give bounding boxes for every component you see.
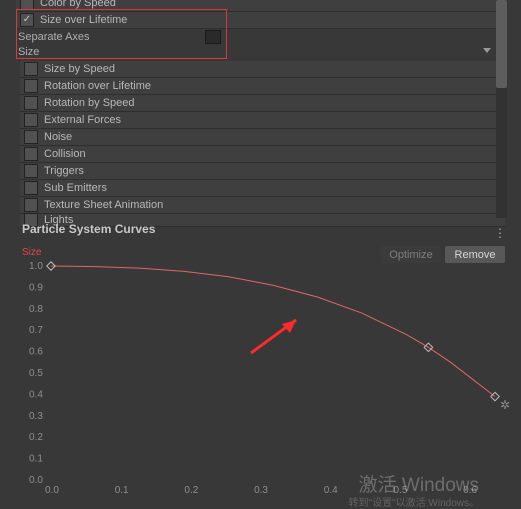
checkbox-separate-axes[interactable] [205,30,221,44]
checkbox-icon[interactable] [24,198,38,212]
svg-text:0.3: 0.3 [29,411,43,422]
module-size-by-speed[interactable]: Size by Speed [20,61,505,78]
scrollbar[interactable] [496,0,507,218]
module-label: Triggers [44,163,84,179]
module-label: Sub Emitters [44,180,107,196]
module-triggers[interactable]: Triggers [20,163,505,180]
module-list-top: Color by Speed ✓ Size over Lifetime [16,0,505,29]
prop-label: Separate Axes [18,31,90,43]
curve-editor[interactable]: 0.0 0.1 0.2 0.3 0.4 0.5 0.6 0.7 0.8 0.9 1.0 0.0 0.1 0… [13,258,521,501]
dropdown-icon[interactable] [483,48,491,53]
svg-text:1.0: 1.0 [29,261,43,272]
svg-text:0.6: 0.6 [29,347,43,358]
svg-text:0.8: 0.8 [29,304,43,315]
module-rotation-over-lifetime[interactable]: Rotation over Lifetime [20,78,505,95]
svg-text:0.0: 0.0 [45,485,59,496]
svg-text:0.4: 0.4 [29,389,43,400]
checkbox-icon[interactable] [24,181,38,195]
module-label: Size by Speed [44,61,115,77]
checkbox-icon[interactable] [20,0,34,10]
module-rotation-by-speed[interactable]: Rotation by Speed [20,95,505,112]
svg-text:0.2: 0.2 [184,485,198,496]
svg-text:0.7: 0.7 [29,325,43,336]
svg-text:0.9: 0.9 [29,282,43,293]
module-label: Collision [44,146,86,162]
svg-text:0.0: 0.0 [29,475,43,486]
watermark-line2: 转到"设置"以激活 Windows。 [349,494,479,509]
module-sub-emitters[interactable]: Sub Emitters [20,180,505,197]
checkbox-icon[interactable]: ✓ [20,13,34,27]
checkbox-icon[interactable] [24,79,38,93]
module-label: Noise [44,129,72,145]
module-size-over-lifetime[interactable]: ✓ Size over Lifetime [16,12,505,29]
svg-text:0.3: 0.3 [254,485,268,496]
checkbox-icon[interactable] [24,130,38,144]
checkbox-icon[interactable] [24,96,38,110]
module-label: Texture Sheet Animation [44,197,163,213]
checkbox-icon[interactable] [24,113,38,127]
checkbox-icon[interactable] [24,164,38,178]
prop-size[interactable]: Size [18,44,39,59]
checkbox-icon[interactable] [24,147,38,161]
panel-menu-icon[interactable]: ⋮ [494,226,507,240]
module-texture-sheet-animation[interactable]: Texture Sheet Animation [20,197,505,214]
module-label: Rotation by Speed [44,95,135,111]
svg-text:0.1: 0.1 [115,485,129,496]
curve-label: Size [22,247,41,258]
module-label: Rotation over Lifetime [44,78,151,94]
module-label: Size over Lifetime [40,12,127,28]
gear-icon[interactable]: ✲ [500,398,510,412]
checkbox-icon[interactable] [24,62,38,76]
panel-title: Particle System Curves [22,222,155,236]
svg-text:0.2: 0.2 [29,432,43,443]
module-list: Size by Speed Rotation over Lifetime Rot… [20,61,505,227]
scrollbar-thumb[interactable] [496,0,507,88]
module-color-by-speed[interactable]: Color by Speed [16,0,505,12]
module-collision[interactable]: Collision [20,146,505,163]
svg-text:0.5: 0.5 [29,368,43,379]
svg-text:0.1: 0.1 [29,454,43,465]
svg-text:0.4: 0.4 [324,485,338,496]
prop-label: Size [18,46,39,58]
module-noise[interactable]: Noise [20,129,505,146]
watermark-line1: 激活 Windows [359,470,479,497]
module-label: External Forces [44,112,121,128]
module-external-forces[interactable]: External Forces [20,112,505,129]
module-label: Color by Speed [40,0,116,11]
prop-separate-axes[interactable]: Separate Axes [18,29,90,44]
